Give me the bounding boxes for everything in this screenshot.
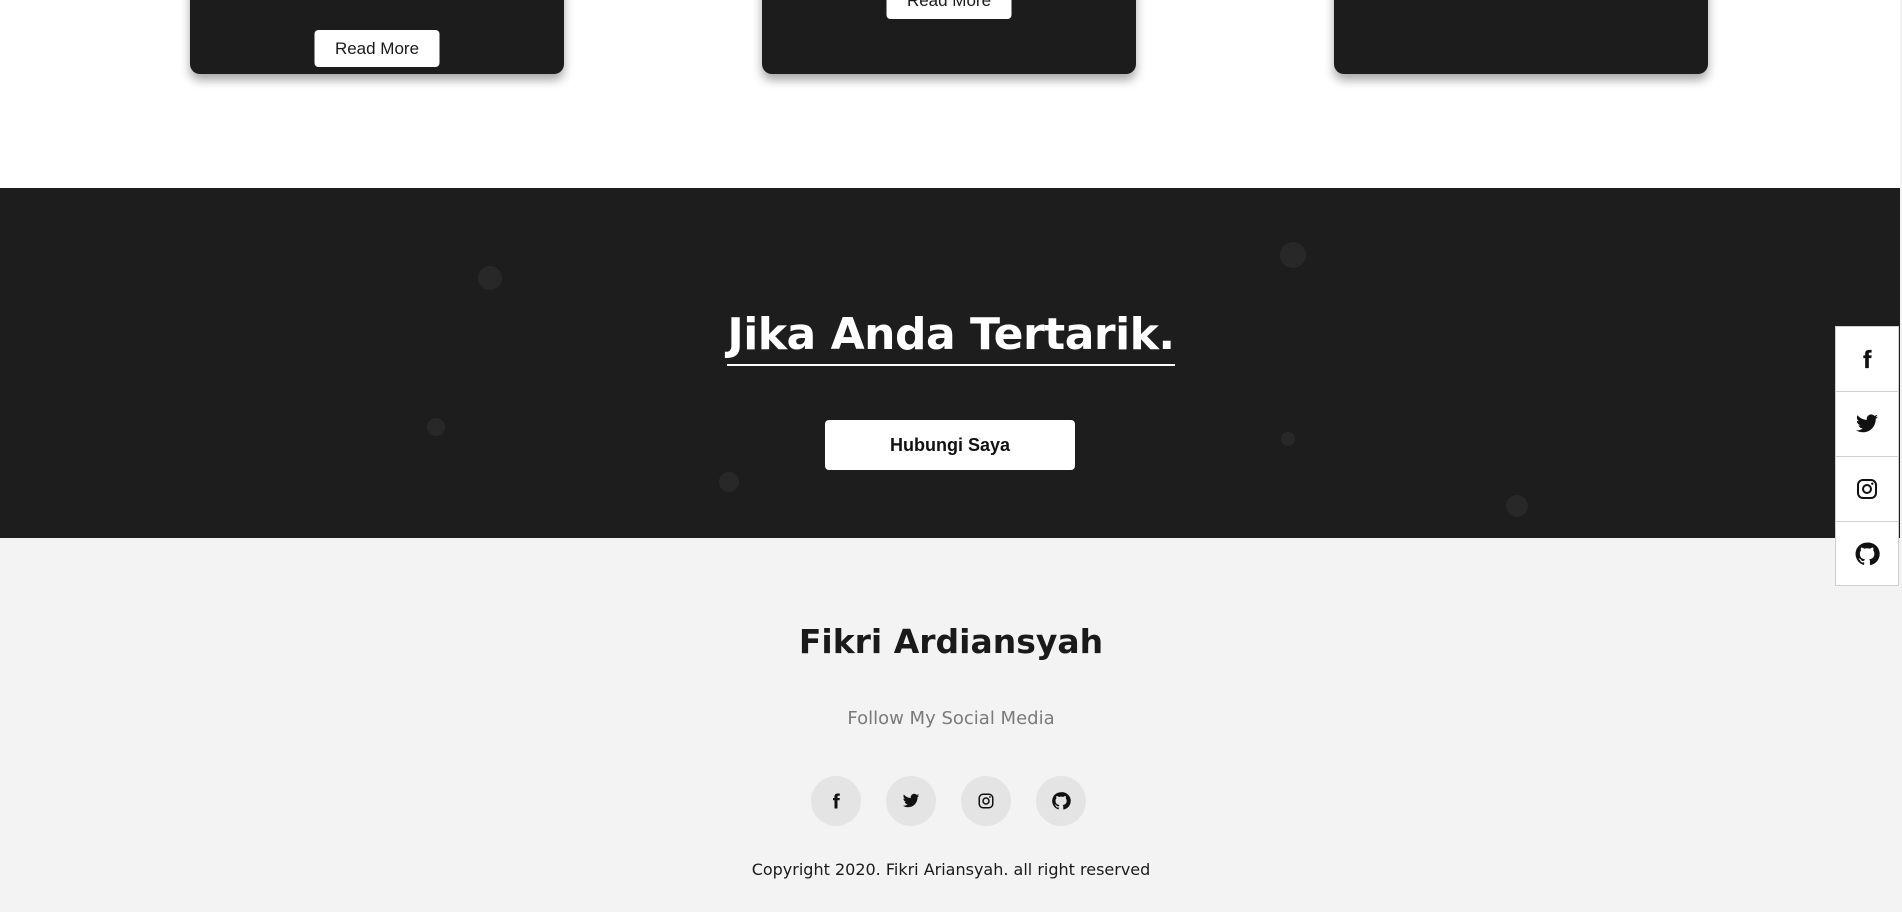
footer-instagram-link[interactable]: [961, 776, 1011, 826]
projects-cards-section: Read More Read More: [0, 0, 1902, 188]
twitter-icon: [1854, 412, 1880, 436]
footer-github-link[interactable]: [1036, 776, 1086, 826]
footer-twitter-link[interactable]: [886, 776, 936, 826]
instagram-icon: [1855, 477, 1879, 501]
background-dot: [719, 472, 739, 492]
project-card: Read More: [762, 0, 1136, 74]
contact-cta-section: Jika Anda Tertarik. Hubungi Saya: [0, 188, 1902, 538]
github-icon: [1854, 541, 1880, 567]
side-facebook-link[interactable]: [1835, 326, 1899, 391]
background-dot: [478, 266, 502, 290]
footer-copyright: Copyright 2020. Fikri Ariansyah. all rig…: [751, 860, 1151, 879]
side-instagram-link[interactable]: [1835, 456, 1899, 521]
instagram-icon: [977, 792, 995, 810]
background-dot: [1506, 495, 1528, 517]
facebook-icon: [827, 792, 845, 810]
background-dot: [1280, 242, 1306, 268]
read-more-button[interactable]: Read More: [314, 30, 440, 67]
side-twitter-link[interactable]: [1835, 391, 1899, 456]
footer-social-links: [811, 776, 1091, 826]
side-github-link[interactable]: [1835, 521, 1899, 586]
read-more-button[interactable]: Read More: [886, 0, 1012, 19]
side-social-bar: [1835, 326, 1899, 586]
footer-author-name: Fikri Ardiansyah: [798, 622, 1104, 661]
footer-follow-text: Follow My Social Media: [847, 708, 1055, 729]
background-dot: [1281, 432, 1295, 446]
project-card: Read More: [190, 0, 564, 74]
contact-me-button[interactable]: Hubungi Saya: [825, 420, 1075, 470]
cta-heading: Jika Anda Tertarik.: [0, 310, 1902, 366]
footer-facebook-link[interactable]: [811, 776, 861, 826]
footer: Fikri Ardiansyah Follow My Social Media …: [0, 538, 1902, 912]
cta-heading-text: Jika Anda Tertarik.: [727, 310, 1175, 366]
twitter-icon: [901, 792, 921, 810]
project-card: [1334, 0, 1708, 74]
facebook-icon: [1856, 347, 1878, 371]
background-dot: [427, 418, 445, 436]
github-icon: [1051, 791, 1071, 811]
